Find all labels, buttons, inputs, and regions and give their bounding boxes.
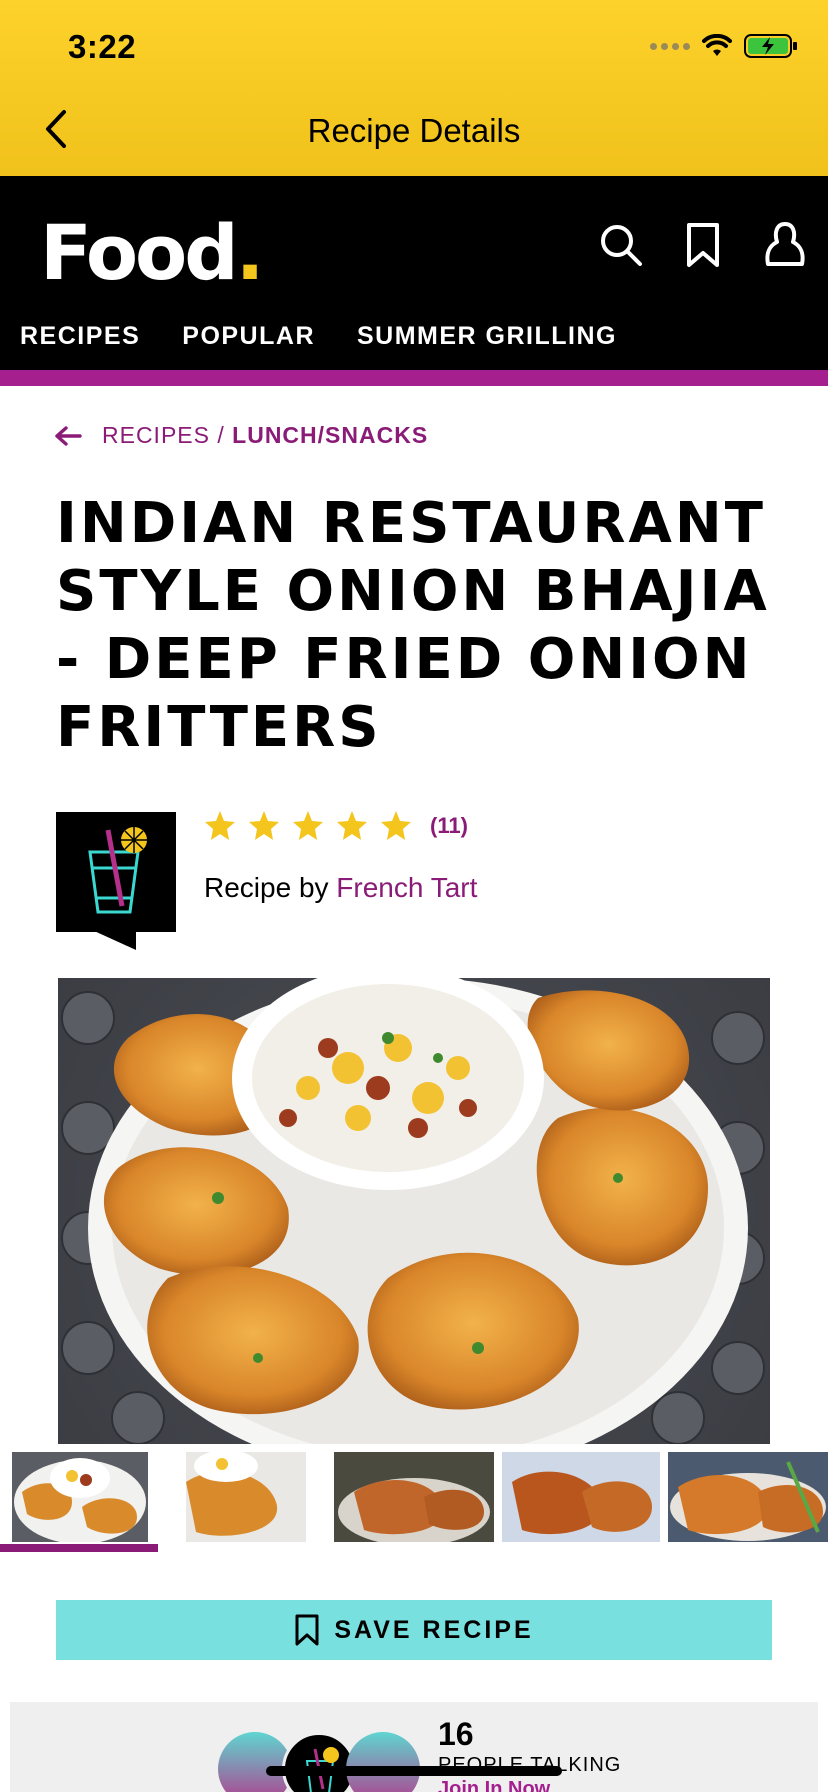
wifi-icon — [702, 34, 732, 56]
bookmark-icon — [295, 1614, 319, 1646]
star-icon — [337, 811, 367, 840]
author-link[interactable]: French Tart — [336, 872, 477, 903]
nav-title: Recipe Details — [307, 112, 521, 149]
nav-tabs: RECIPES POPULAR SUMMER GRILLING — [20, 322, 617, 351]
signal-icon — [650, 42, 690, 50]
food-illustration — [61, 978, 765, 1444]
food-logo[interactable]: Food. — [40, 208, 265, 297]
thumbnail-image — [668, 1452, 828, 1542]
top-bar: 3:22 Recipe Details — [0, 0, 828, 176]
star-icon — [293, 811, 323, 840]
thumbnail-2[interactable] — [186, 1452, 306, 1542]
join-link[interactable]: Join In Now — [438, 1778, 550, 1792]
breadcrumb-separator: / — [217, 422, 225, 448]
recipe-by: Recipe by French Tart — [204, 872, 477, 904]
user-avatar — [282, 1732, 356, 1792]
author-avatar[interactable] — [56, 812, 176, 932]
breadcrumb-parent[interactable]: RECIPES — [102, 422, 210, 448]
battery-icon — [744, 34, 797, 58]
cocktail-icon — [88, 827, 147, 914]
bookmark-icon[interactable] — [680, 220, 726, 270]
recipe-by-label: Recipe by — [204, 872, 329, 903]
arrow-left-icon[interactable] — [54, 425, 82, 447]
home-indicator[interactable] — [266, 1766, 562, 1776]
logo-text: Food — [40, 208, 239, 297]
avatar-tail — [92, 930, 136, 950]
cocktail-icon — [305, 1747, 339, 1792]
thumbnail-5[interactable] — [668, 1452, 828, 1542]
thumbnail-image — [12, 1452, 148, 1542]
thumbnail-4[interactable] — [502, 1452, 660, 1542]
star-icon — [205, 811, 235, 840]
tab-recipes[interactable]: RECIPES — [20, 322, 140, 351]
logo-dot: . — [235, 208, 265, 297]
brand-bar: Food. RECIPES POPULAR SUMMER GRILLING — [0, 176, 828, 370]
user-avatar — [346, 1732, 420, 1792]
recipe-photo[interactable] — [58, 978, 770, 1444]
thumbnail-image — [502, 1452, 660, 1542]
save-recipe-label: SAVE RECIPE — [334, 1615, 534, 1644]
tab-summer-grilling[interactable]: SUMMER GRILLING — [357, 322, 617, 351]
search-icon[interactable] — [598, 220, 644, 270]
rating[interactable]: (11) — [204, 810, 468, 842]
star-icon — [249, 811, 279, 840]
status-icons — [650, 34, 798, 58]
breadcrumb-current[interactable]: LUNCH/SNACKS — [232, 422, 428, 448]
thumbnail-image — [186, 1452, 306, 1542]
breadcrumb: RECIPES / LUNCH/SNACKS — [54, 422, 428, 449]
accent-divider — [0, 370, 828, 386]
rating-count: (11) — [430, 813, 468, 838]
user-avatar — [218, 1732, 292, 1792]
thumbnail-3[interactable] — [334, 1452, 494, 1542]
thumbnail-image — [334, 1452, 494, 1542]
thumbnail-1[interactable] — [12, 1452, 148, 1542]
account-icon[interactable] — [762, 220, 808, 270]
gallery-thumbnails — [0, 1452, 828, 1552]
talking-count: 16 — [438, 1716, 474, 1752]
save-recipe-button[interactable]: SAVE RECIPE — [56, 1600, 772, 1660]
thumbnail-selected-indicator — [0, 1544, 158, 1552]
recipe-title: INDIAN RESTAURANT STYLE ONION BHAJIA - D… — [56, 491, 770, 760]
star-icon — [381, 811, 411, 840]
community-banner[interactable]: 16 PEOPLE TALKING Join In Now — [10, 1702, 818, 1792]
status-time: 3:22 — [68, 28, 137, 65]
tab-popular[interactable]: POPULAR — [182, 322, 315, 351]
